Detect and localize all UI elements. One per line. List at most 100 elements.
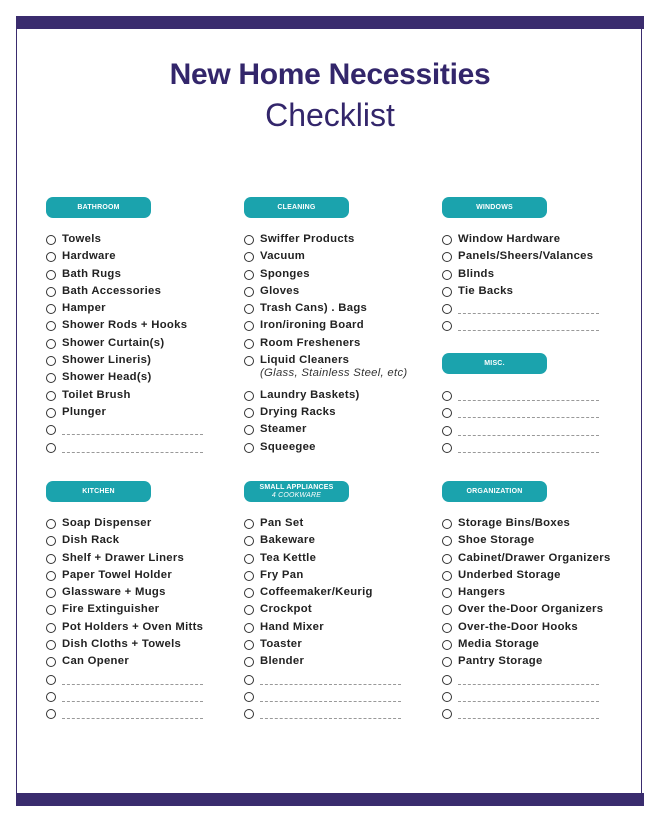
checkbox-circle-icon[interactable] xyxy=(46,605,56,616)
checkbox-circle-icon[interactable] xyxy=(46,553,56,564)
checklist-item[interactable]: Bath Rugs xyxy=(46,268,241,285)
checklist-item[interactable] xyxy=(442,406,637,423)
checklist-item[interactable]: Storage Bins/Boxes xyxy=(442,517,637,534)
checkbox-circle-icon[interactable] xyxy=(244,519,254,529)
checkbox-circle-icon[interactable] xyxy=(244,605,254,616)
checkbox-circle-icon[interactable] xyxy=(46,425,56,436)
checkbox-circle-icon[interactable] xyxy=(244,709,254,720)
checklist-item[interactable]: Paper Towel Holder xyxy=(46,569,241,586)
checklist-item[interactable]: Shower Head(s) xyxy=(46,371,241,388)
checklist-item[interactable]: Cabinet/Drawer Organizers xyxy=(442,552,637,569)
checkbox-circle-icon[interactable] xyxy=(46,373,56,384)
blank-write-in-line[interactable] xyxy=(458,707,599,720)
checklist-item[interactable]: Over the-Door Organizers xyxy=(442,603,637,620)
checklist-item[interactable]: Tie Backs xyxy=(442,285,637,302)
checkbox-circle-icon[interactable] xyxy=(46,442,56,453)
checkbox-circle-icon[interactable] xyxy=(442,709,452,720)
checkbox-circle-icon[interactable] xyxy=(442,442,452,453)
checklist-item[interactable] xyxy=(244,690,439,707)
checklist-item[interactable] xyxy=(442,302,637,319)
checklist-item[interactable] xyxy=(46,673,241,690)
checkbox-circle-icon[interactable] xyxy=(46,407,56,418)
checklist-item[interactable]: Over-the-Door Hooks xyxy=(442,621,637,638)
checkbox-circle-icon[interactable] xyxy=(442,269,452,280)
checkbox-circle-icon[interactable] xyxy=(46,691,56,702)
checkbox-circle-icon[interactable] xyxy=(244,286,254,297)
blank-write-in-line[interactable] xyxy=(458,319,599,332)
checkbox-circle-icon[interactable] xyxy=(244,657,254,668)
checklist-item[interactable]: Room Fresheners xyxy=(244,337,439,354)
blank-write-in-line[interactable] xyxy=(260,707,401,720)
checkbox-circle-icon[interactable] xyxy=(442,674,452,685)
checklist-item[interactable]: Underbed Storage xyxy=(442,569,637,586)
checklist-item[interactable]: Vacuum xyxy=(244,250,439,267)
blank-write-in-line[interactable] xyxy=(62,673,203,685)
checklist-item[interactable] xyxy=(46,423,241,440)
checklist-item[interactable] xyxy=(442,673,637,690)
checkbox-circle-icon[interactable] xyxy=(244,691,254,702)
checklist-item[interactable]: Swiffer Products xyxy=(244,233,439,250)
checkbox-circle-icon[interactable] xyxy=(244,442,254,453)
checklist-item[interactable]: Dish Rack xyxy=(46,534,241,551)
checklist-item[interactable]: Fry Pan xyxy=(244,569,439,586)
checklist-item[interactable] xyxy=(46,707,241,724)
checklist-item[interactable]: Pantry Storage xyxy=(442,655,637,672)
checklist-item[interactable]: Steamer xyxy=(244,423,439,440)
checkbox-circle-icon[interactable] xyxy=(244,425,254,436)
checkbox-circle-icon[interactable] xyxy=(442,519,452,529)
checkbox-circle-icon[interactable] xyxy=(46,588,56,599)
checklist-item[interactable]: Fire Extinguisher xyxy=(46,603,241,620)
checkbox-circle-icon[interactable] xyxy=(244,674,254,685)
blank-write-in-line[interactable] xyxy=(62,423,203,436)
checkbox-circle-icon[interactable] xyxy=(442,640,452,651)
checkbox-circle-icon[interactable] xyxy=(442,622,452,633)
checkbox-circle-icon[interactable] xyxy=(442,691,452,702)
checklist-item[interactable]: Soap Dispenser xyxy=(46,517,241,534)
checkbox-circle-icon[interactable] xyxy=(244,622,254,633)
blank-write-in-line[interactable] xyxy=(458,302,599,315)
checklist-item[interactable]: Blinds xyxy=(442,268,637,285)
checkbox-circle-icon[interactable] xyxy=(46,321,56,332)
checklist-item[interactable]: Hangers xyxy=(442,586,637,603)
checklist-item[interactable] xyxy=(46,690,241,707)
blank-write-in-line[interactable] xyxy=(62,690,203,702)
checkbox-circle-icon[interactable] xyxy=(46,536,56,547)
checkbox-circle-icon[interactable] xyxy=(244,553,254,564)
checklist-item[interactable] xyxy=(442,319,637,336)
checkbox-circle-icon[interactable] xyxy=(244,338,254,349)
checkbox-circle-icon[interactable] xyxy=(244,570,254,581)
blank-write-in-line[interactable] xyxy=(458,690,599,702)
checklist-item[interactable]: Shoe Storage xyxy=(442,534,637,551)
checklist-item[interactable]: Crockpot xyxy=(244,603,439,620)
checkbox-circle-icon[interactable] xyxy=(46,390,56,401)
checkbox-circle-icon[interactable] xyxy=(244,321,254,332)
checkbox-circle-icon[interactable] xyxy=(244,407,254,418)
checkbox-circle-icon[interactable] xyxy=(442,321,452,332)
checkbox-circle-icon[interactable] xyxy=(442,235,452,245)
checkbox-circle-icon[interactable] xyxy=(244,304,254,315)
checklist-item[interactable]: Drying Racks xyxy=(244,406,439,423)
checklist-item[interactable] xyxy=(244,673,439,690)
checkbox-circle-icon[interactable] xyxy=(46,519,56,529)
checklist-item[interactable]: Trash Cans) . Bags xyxy=(244,302,439,319)
checklist-item[interactable]: Toaster xyxy=(244,638,439,655)
blank-write-in-line[interactable] xyxy=(458,406,599,419)
checkbox-circle-icon[interactable] xyxy=(442,252,452,263)
checklist-item[interactable]: Pan Set xyxy=(244,517,439,534)
blank-write-in-line[interactable] xyxy=(458,441,599,453)
checklist-item[interactable]: Sponges xyxy=(244,268,439,285)
checkbox-circle-icon[interactable] xyxy=(244,640,254,651)
checkbox-circle-icon[interactable] xyxy=(46,657,56,668)
checkbox-circle-icon[interactable] xyxy=(244,588,254,599)
blank-write-in-line[interactable] xyxy=(62,441,203,453)
checklist-item[interactable]: Tea Kettle xyxy=(244,552,439,569)
checklist-item[interactable] xyxy=(442,441,637,458)
checklist-item[interactable] xyxy=(442,424,637,441)
checklist-item[interactable] xyxy=(442,707,637,724)
checklist-item[interactable]: Shower Curtain(s) xyxy=(46,337,241,354)
checkbox-circle-icon[interactable] xyxy=(46,269,56,280)
checkbox-circle-icon[interactable] xyxy=(46,304,56,315)
checklist-item[interactable]: Shower Lineris) xyxy=(46,354,241,371)
checkbox-circle-icon[interactable] xyxy=(46,286,56,297)
checkbox-circle-icon[interactable] xyxy=(442,286,452,297)
